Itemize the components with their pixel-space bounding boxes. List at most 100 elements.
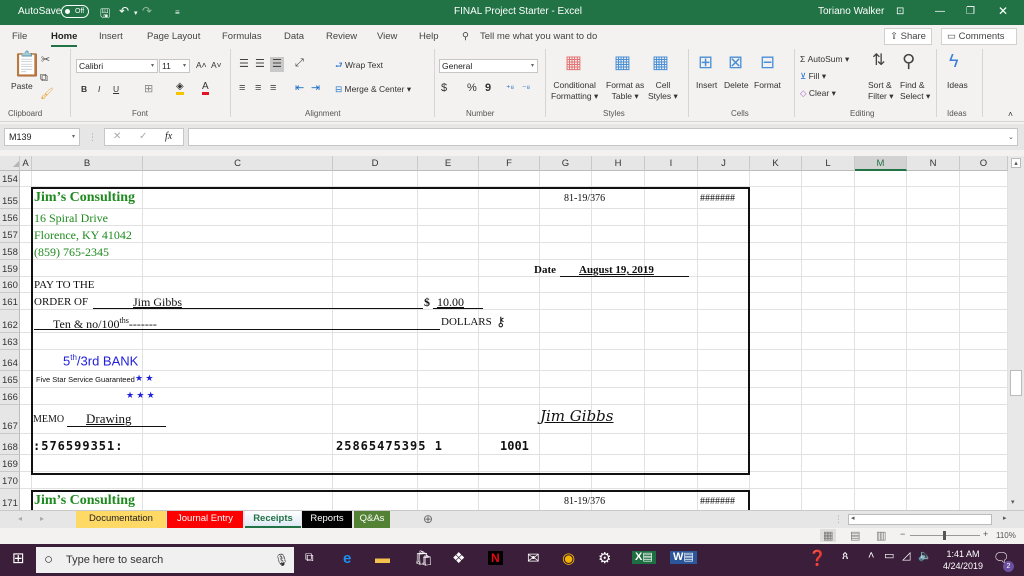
row-header-171[interactable]: 171 [0,489,20,511]
scroll-right-icon[interactable]: ▸ [1003,514,1007,522]
undo-icon[interactable]: ↶ [119,4,129,18]
row-header-168[interactable]: 168 [0,434,20,455]
ideas-button[interactable]: Ideas [947,80,968,90]
help-icon[interactable]: ❓ [808,551,827,566]
row-header-157[interactable]: 157 [0,226,20,243]
column-header-c[interactable]: C [143,156,333,171]
wrap-text-button[interactable]: ⮐ Wrap Text [335,60,383,74]
align-top-icon[interactable]: ☰ [239,59,249,70]
column-header-m[interactable]: M [855,156,907,171]
customize-toolbar-icon[interactable]: ≡ [175,8,180,17]
zoom-out-button[interactable]: − [900,529,905,539]
sort-filter-icon[interactable]: ⇅ [872,53,885,69]
find-icon[interactable]: ⚲ [902,52,915,70]
borders-icon[interactable]: ⊞ [144,82,153,95]
mail-icon[interactable]: ✉ [527,551,540,566]
column-header-j[interactable]: J [698,156,750,171]
settings-icon[interactable]: ⚙ [598,551,611,566]
format-painter-icon[interactable]: 🖌 [40,89,54,100]
column-header-e[interactable]: E [418,156,479,171]
tell-me-input[interactable]: Tell me what you want to do [480,31,597,42]
normal-view-icon[interactable]: ▦ [820,529,837,542]
column-header-f[interactable]: F [479,156,540,171]
redo-icon[interactable]: ↷ [142,4,152,18]
sheet-tab-q-as[interactable]: Q&As [354,511,390,528]
dropbox-icon[interactable]: ❖ [452,551,465,566]
battery-icon[interactable]: ▭ [884,551,894,562]
cell-styles-icon[interactable]: ▦ [652,53,669,71]
volume-icon[interactable]: 🔈 [918,551,932,562]
align-bottom-icon[interactable]: ☰ [270,57,284,72]
row-header-165[interactable]: 165 [0,371,20,388]
insert-cells-button[interactable]: Insert [696,80,717,90]
bold-button[interactable]: B [81,84,87,94]
row-header-167[interactable]: 167 [0,405,20,434]
column-header-i[interactable]: I [645,156,698,171]
row-header-166[interactable]: 166 [0,388,20,405]
column-header-k[interactable]: K [750,156,802,171]
format-cells-button[interactable]: Format [754,80,781,90]
ribbon-display-icon[interactable]: ⊡ [896,6,904,17]
autosum-button[interactable]: Σ AutoSum ▾ [800,54,849,65]
tab-data[interactable]: Data [284,31,304,42]
row-header-163[interactable]: 163 [0,333,20,350]
align-center-icon[interactable]: ≡ [255,83,261,94]
column-header-a[interactable]: A [20,156,32,171]
zoom-in-button[interactable]: + [983,529,988,539]
row-header-160[interactable]: 160 [0,277,20,293]
delete-cells-button[interactable]: Delete [724,80,749,90]
fill-color-icon[interactable]: ◈ [176,81,184,95]
scroll-left-icon[interactable]: ◂ [851,514,855,522]
row-header-158[interactable]: 158 [0,243,20,260]
tab-review[interactable]: Review [326,31,357,42]
netflix-icon[interactable]: N [488,551,503,565]
delete-cells-icon[interactable]: ⊠ [728,53,743,71]
column-header-n[interactable]: N [907,156,960,171]
comments-button[interactable]: ▭ Comments [941,28,1017,45]
scroll-up-icon[interactable]: ▴ [1011,158,1021,168]
wifi-icon[interactable]: ◿ [902,551,910,562]
tab-home[interactable]: Home [51,31,78,47]
tab-file[interactable]: File [12,31,27,42]
excel-taskbar-icon[interactable]: X▤ [632,551,656,564]
row-header-154[interactable]: 154 [0,171,20,187]
undo-dropdown-icon[interactable]: ▾ [134,9,138,17]
column-header-g[interactable]: G [540,156,592,171]
chrome-icon[interactable]: ◉ [562,551,575,566]
align-right-icon[interactable]: ≡ [270,83,276,94]
copy-icon[interactable]: ⧉ [40,73,48,84]
next-sheet-icon[interactable]: ▸ [40,514,44,523]
microphone-icon[interactable]: 🎙 [274,547,289,573]
find-select-button[interactable]: Find & Select ▾ [900,80,930,102]
worksheet-grid[interactable]: ◢ A B C D E F G H I J K L M N O 154 155 156 157 158 159 160 16… [0,156,1008,511]
conditional-formatting-icon[interactable]: ▦ [565,53,582,71]
currency-button[interactable]: $ [441,82,447,94]
tab-help[interactable]: Help [419,31,439,42]
increase-indent-icon[interactable]: ⇥ [311,83,320,94]
cell-styles-button[interactable]: Cell Styles ▾ [648,80,678,102]
decrease-font-icon[interactable]: A˅ [211,60,222,70]
row-header-155[interactable]: 155 [0,187,20,209]
column-header-b[interactable]: B [32,156,143,171]
vertical-scroll-thumb[interactable] [1010,370,1022,396]
row-header-162[interactable]: 162 [0,310,20,333]
zoom-level[interactable]: 110% [996,531,1016,540]
tab-insert[interactable]: Insert [99,31,123,42]
italic-button[interactable]: I [98,84,100,94]
windows-start-icon[interactable]: ⊞ [12,551,25,566]
horizontal-scrollbar[interactable]: ◂ [848,514,992,525]
file-explorer-icon[interactable]: ▬ [375,551,390,566]
align-middle-icon[interactable]: ☰ [255,59,265,70]
sheet-tab-documentation[interactable]: Documentation [76,511,166,528]
column-header-o[interactable]: O [960,156,1008,171]
insert-function-icon[interactable]: fx [165,131,172,142]
collapse-ribbon-icon[interactable]: ˄ [1008,109,1013,119]
tab-page-layout[interactable]: Page Layout [147,31,200,42]
format-as-table-icon[interactable]: ▦ [614,53,631,71]
clear-button[interactable]: ◇ Clear ▾ [800,88,836,99]
prev-sheet-icon[interactable]: ◂ [18,514,22,523]
zoom-slider-thumb[interactable] [943,531,946,540]
format-cells-icon[interactable]: ⊟ [760,53,775,71]
clock[interactable]: 1:41 AM 4/24/2019 [943,548,983,572]
sheet-tab-receipts[interactable]: Receipts [245,511,301,528]
